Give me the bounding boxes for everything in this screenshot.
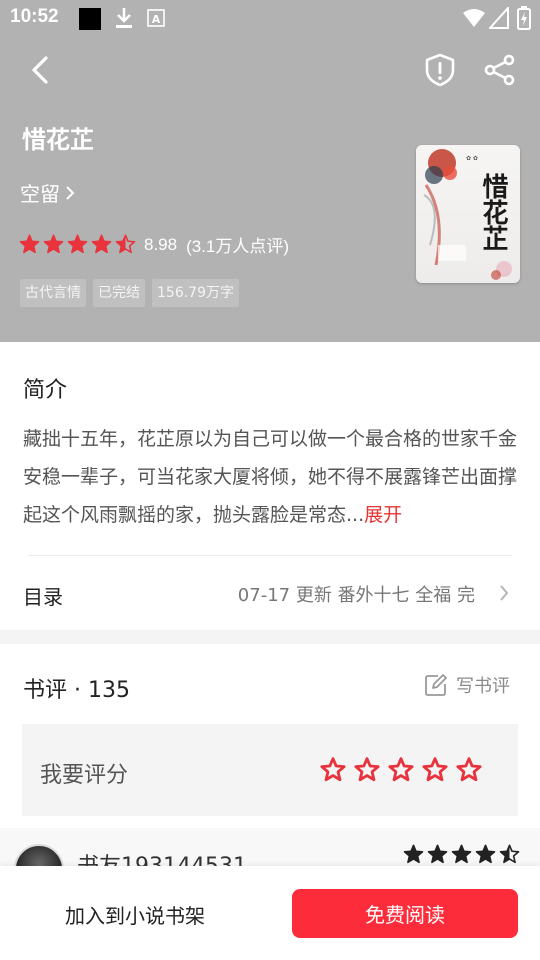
table-of-contents-row[interactable]: 目录 07-17 更新 番外十七 全福 完 <box>0 565 540 625</box>
cover-title: 惜花芷 <box>478 173 508 251</box>
bottom-action-bar: 加入到小说书架 免费阅读 <box>0 866 540 960</box>
reviews-heading: 书评 · 135 <box>23 678 130 703</box>
add-to-bookshelf-button[interactable]: 加入到小说书架 <box>30 889 240 939</box>
tag-genre: 古代言情 <box>20 279 86 307</box>
rating-count: (3.1万人点评) <box>186 237 290 256</box>
tag-status: 已完结 <box>93 279 145 307</box>
share-icon <box>484 54 515 86</box>
signal-icon <box>487 5 509 33</box>
toc-latest-update: 07-17 更新 番外十七 全福 完 <box>237 585 475 606</box>
wifi-icon <box>462 8 486 32</box>
svg-text:✿ ✿: ✿ ✿ <box>466 155 478 162</box>
status-bar: 10:52 A <box>0 0 540 38</box>
book-title: 惜花芷 <box>22 126 94 154</box>
rating-row: 8.98 (3.1万人点评) <box>19 232 289 257</box>
divider <box>28 555 512 556</box>
star-icon <box>427 844 448 864</box>
shield-exclamation-icon <box>425 53 455 87</box>
star-icon <box>91 234 112 254</box>
back-button[interactable] <box>20 50 60 90</box>
star-icon <box>43 234 64 254</box>
rate-star-icon[interactable] <box>456 757 482 783</box>
rate-star-icon[interactable] <box>354 757 380 783</box>
rating-stars <box>19 234 136 255</box>
rating-score: 8.98 <box>144 234 178 254</box>
rate-box: 我要评分 <box>22 724 518 816</box>
intro-heading: 简介 <box>23 378 68 403</box>
chevron-left-icon <box>32 56 48 84</box>
report-button[interactable] <box>420 50 460 90</box>
a-icon: A <box>147 9 165 31</box>
download-icon <box>113 6 135 34</box>
rate-star-icon[interactable] <box>320 757 346 783</box>
battery-charging-icon <box>517 6 531 34</box>
write-review-button[interactable]: 写书评 <box>424 672 510 698</box>
rate-stars <box>320 757 482 783</box>
rate-star-icon[interactable] <box>422 757 448 783</box>
rate-label: 我要评分 <box>40 763 129 788</box>
chevron-right-icon <box>66 185 75 200</box>
star-icon <box>475 844 496 864</box>
star-icon <box>115 234 136 254</box>
edit-icon <box>425 674 447 696</box>
star-icon <box>403 844 424 864</box>
book-header: 10:52 A 惜花芷 空留 8.98 (3.1万人点评) 古代言情 已完结 1… <box>0 0 540 342</box>
intro-text: 藏拙十五年，花芷原以为自己可以做一个最合格的世家千金安稳一辈子，可当花家大厦将倾… <box>23 420 518 534</box>
star-icon <box>499 844 520 864</box>
free-read-button[interactable]: 免费阅读 <box>292 889 518 938</box>
write-review-label: 写书评 <box>456 676 510 697</box>
review-stars <box>403 844 520 865</box>
book-detail-screen: 10:52 A 惜花芷 空留 8.98 (3.1万人点评) 古代言情 已完结 1… <box>0 0 540 960</box>
book-tags: 古代言情 已完结 156.79万字 <box>20 279 239 307</box>
section-separator <box>0 630 540 644</box>
tag-wordcount: 156.79万字 <box>152 279 239 307</box>
svg-text:A: A <box>152 13 161 26</box>
share-button[interactable] <box>480 50 520 90</box>
star-icon <box>19 234 40 254</box>
toc-label: 目录 <box>23 585 63 609</box>
star-icon <box>67 234 88 254</box>
rate-star-icon[interactable] <box>388 757 414 783</box>
chevron-right-icon <box>500 585 509 601</box>
intro-body: 藏拙十五年，花芷原以为自己可以做一个最合格的世家千金安稳一辈子，可当花家大厦将倾… <box>23 428 518 526</box>
black-square-notification-icon <box>78 7 102 35</box>
status-time: 10:52 <box>10 6 59 27</box>
expand-link[interactable]: 展开 <box>364 504 402 526</box>
author-name: 空留 <box>20 182 60 206</box>
book-cover[interactable]: ✿ ✿ 惜花芷 <box>416 145 520 283</box>
author-link[interactable]: 空留 <box>20 178 76 207</box>
star-icon <box>451 844 472 864</box>
